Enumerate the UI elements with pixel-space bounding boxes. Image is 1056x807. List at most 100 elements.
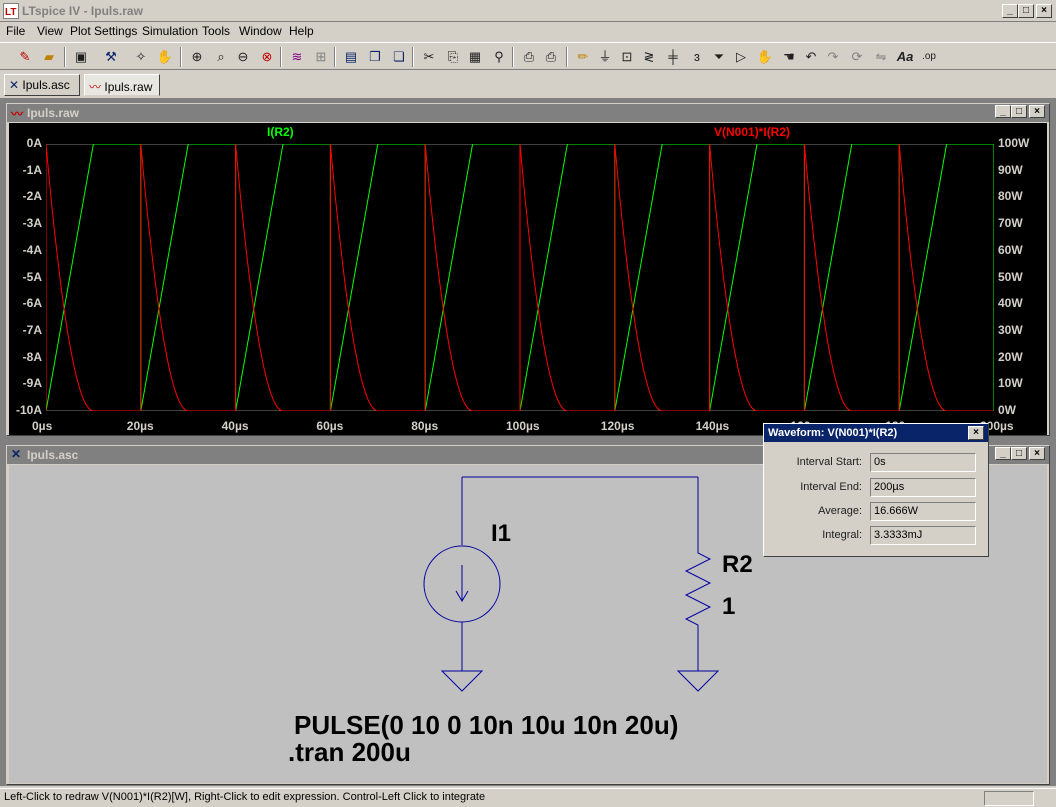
ground-icon[interactable]: ⏚ — [594, 47, 616, 67]
schematic-icon: ✕ — [9, 78, 20, 92]
left-tick-label: -10A — [15, 403, 42, 417]
print-preview-icon[interactable]: ⎙ — [518, 47, 540, 67]
document-tabs: ✕ Ipuls.asc 〰 Ipuls.raw — [0, 71, 1056, 97]
menu-tools[interactable]: Tools — [202, 24, 230, 38]
interval-start-field[interactable]: 0s — [870, 453, 976, 472]
x-tick-label: 80µs — [411, 419, 439, 433]
plot-minimize-button[interactable]: _ — [995, 105, 1011, 118]
rotate-icon[interactable]: ⟳ — [846, 47, 868, 67]
title-bar: LT LTspice IV - Ipuls.raw _ □ × — [0, 0, 1056, 22]
zoom-out-icon[interactable]: ⊖ — [232, 47, 254, 67]
resistor-icon[interactable]: ≷ — [638, 47, 660, 67]
schematic-minimize-button[interactable]: _ — [995, 447, 1011, 460]
right-tick-label: 0W — [998, 403, 1016, 417]
menu-help[interactable]: Help — [289, 24, 314, 38]
inductor-icon[interactable]: ɜ — [686, 47, 708, 67]
minimize-button[interactable]: _ — [1002, 4, 1018, 18]
schematic-maximize-button[interactable]: □ — [1011, 447, 1027, 460]
plot-close-button[interactable]: × — [1029, 105, 1045, 118]
waveform-icon: 〰 — [89, 80, 102, 94]
spice-directive-icon[interactable]: .op — [918, 47, 940, 67]
mirror-icon[interactable]: ⇋ — [870, 47, 892, 67]
control-panel-icon[interactable]: ⚒ — [100, 47, 122, 67]
dialog-close-button[interactable]: × — [968, 426, 984, 440]
zoom-fit-icon[interactable]: ⊗ — [256, 47, 278, 67]
left-tick-label: -5A — [22, 269, 42, 284]
undo-icon[interactable]: ↶ — [800, 47, 822, 67]
x-tick-label: 100µs — [506, 419, 540, 433]
integral-label: Integral: — [822, 529, 862, 541]
maximize-button[interactable]: □ — [1018, 4, 1034, 18]
open-icon[interactable]: ▰ — [38, 47, 60, 67]
print-icon[interactable]: ⎙ — [540, 47, 562, 67]
toolbar-separator — [280, 47, 282, 67]
diode-icon[interactable]: ⏷ — [708, 47, 730, 67]
trace-label-ir2[interactable]: I(R2) — [267, 125, 294, 139]
menu-plot-settings[interactable]: Plot Settings — [70, 24, 137, 38]
left-tick-label: -9A — [22, 376, 42, 391]
ground-symbol-i1 — [440, 670, 484, 692]
tile-horizontal-icon[interactable]: ▤ — [340, 47, 362, 67]
trace-label-power[interactable]: V(N001)*I(R2) — [714, 125, 790, 139]
right-tick-label: 70W — [998, 216, 1023, 231]
toolbar: ✎ ▰ ▣ ⚒ ✧ ✋ ⊕ ⌕ ⊖ ⊗ ≋ ⊞ ▤ ❐ ❏ ✂ ⎘ ▦ ⚲ ⎙ … — [0, 42, 1056, 70]
schematic-window-title: Ipuls.asc — [27, 448, 79, 462]
plot-window-titlebar[interactable]: 〰 Ipuls.raw _ □ × — [7, 104, 1049, 122]
menu-simulation[interactable]: Simulation — [142, 24, 198, 38]
right-tick-label: 30W — [998, 322, 1023, 337]
interval-end-field[interactable]: 200µs — [870, 478, 976, 497]
integral-field[interactable]: 3.3333mJ — [870, 526, 976, 545]
ground-symbol-r2 — [676, 670, 720, 692]
label-net-icon[interactable]: ⊡ — [616, 47, 638, 67]
ltspice-logo-icon: LT — [3, 3, 19, 19]
wire-icon[interactable]: ✏ — [572, 47, 594, 67]
left-tick-label: -2A — [22, 189, 42, 204]
waveform-plot[interactable] — [46, 144, 994, 411]
plot-maximize-button[interactable]: □ — [1011, 105, 1027, 118]
redo-icon[interactable]: ↷ — [822, 47, 844, 67]
left-tick-label: -3A — [22, 216, 42, 231]
new-schematic-icon[interactable]: ✎ — [14, 47, 36, 67]
capacitor-icon[interactable]: ╪ — [662, 47, 684, 67]
cut-icon[interactable]: ✂ — [418, 47, 440, 67]
tran-directive[interactable]: .tran 200u — [288, 737, 411, 768]
grid-icon[interactable]: ⊞ — [310, 47, 332, 67]
tile-vertical-icon[interactable]: ❏ — [388, 47, 410, 67]
right-tick-label: 10W — [998, 376, 1023, 391]
menu-view[interactable]: View — [37, 24, 63, 38]
zoom-area-icon[interactable]: ⌕ — [210, 47, 232, 67]
zoom-in-icon[interactable]: ⊕ — [186, 47, 208, 67]
left-tick-label: -7A — [22, 322, 42, 337]
paste-icon[interactable]: ▦ — [464, 47, 486, 67]
text-icon[interactable]: Aa — [894, 47, 916, 67]
copy-icon[interactable]: ⎘ — [442, 47, 464, 67]
close-button[interactable]: × — [1036, 4, 1052, 18]
autorange-icon[interactable]: ≋ — [286, 47, 308, 67]
tab-ipuls-asc[interactable]: ✕ Ipuls.asc — [4, 74, 80, 96]
find-icon[interactable]: ⚲ — [488, 47, 510, 67]
save-icon[interactable]: ▣ — [70, 47, 92, 67]
left-tick-label: 0A — [26, 136, 42, 150]
r2-value[interactable]: 1 — [722, 593, 735, 621]
dialog-titlebar[interactable]: Waveform: V(N001)*I(R2) × — [764, 424, 988, 442]
right-tick-label: 100W — [998, 136, 1030, 150]
right-tick-label: 20W — [998, 349, 1023, 364]
menu-window[interactable]: Window — [239, 24, 282, 38]
halt-icon[interactable]: ✋ — [154, 47, 176, 67]
run-icon[interactable]: ✧ — [130, 47, 152, 67]
drag-icon[interactable]: ☚ — [778, 47, 800, 67]
schematic-close-button[interactable]: × — [1029, 447, 1045, 460]
tab-ipuls-raw[interactable]: 〰 Ipuls.raw — [84, 74, 160, 96]
cascade-icon[interactable]: ❐ — [364, 47, 386, 67]
resistor-symbol — [684, 545, 712, 671]
average-field[interactable]: 16.666W — [870, 502, 976, 521]
r2-label[interactable]: R2 — [722, 551, 753, 579]
right-tick-label: 40W — [998, 296, 1023, 311]
app-title: LTspice IV - Ipuls.raw — [22, 4, 143, 18]
i1-label[interactable]: I1 — [491, 520, 511, 548]
menu-file[interactable]: File — [6, 24, 25, 38]
component-icon[interactable]: ▷ — [730, 47, 752, 67]
move-icon[interactable]: ✋ — [754, 47, 776, 67]
dialog-title: Waveform: V(N001)*I(R2) — [768, 427, 898, 439]
plot-pane[interactable]: I(R2) V(N001)*I(R2) 0A -1A -2A -3A -4A -5A -6A… — [9, 123, 1047, 435]
